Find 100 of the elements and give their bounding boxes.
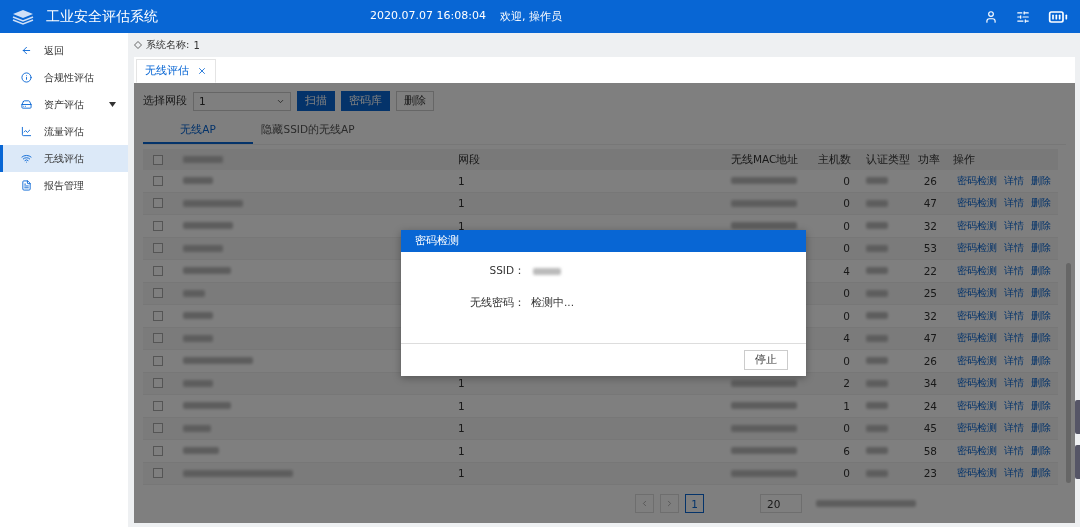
checkbox[interactable]: [153, 154, 163, 165]
field-value: 检测中...: [530, 296, 575, 310]
scrollbar[interactable]: [1066, 263, 1071, 483]
app-title: 工业安全评估系统: [46, 7, 159, 26]
checkbox[interactable]: [153, 423, 163, 434]
action-link[interactable]: 密码检测: [957, 376, 997, 391]
action-link[interactable]: 删除: [1031, 218, 1051, 233]
action-link[interactable]: 详情: [1004, 376, 1024, 391]
sub-tab[interactable]: 无线AP: [143, 119, 253, 144]
toolbar-button[interactable]: 扫描: [297, 91, 335, 111]
checkbox[interactable]: [153, 288, 163, 299]
user-icon[interactable]: [984, 9, 998, 24]
action-link[interactable]: 详情: [1004, 443, 1024, 458]
action-link[interactable]: 详情: [1004, 466, 1024, 481]
page-button[interactable]: 1: [685, 494, 704, 513]
breadcrumb-value: 1: [193, 39, 200, 51]
action-link[interactable]: 删除: [1031, 443, 1051, 458]
blurred-text: [183, 289, 205, 297]
action-link[interactable]: 密码检测: [957, 421, 997, 436]
action-link[interactable]: 密码检测: [957, 286, 997, 301]
blurred-text: [183, 334, 213, 342]
checkbox[interactable]: [153, 445, 163, 456]
checkbox[interactable]: [153, 468, 163, 479]
action-link[interactable]: 详情: [1004, 218, 1024, 233]
segment-select[interactable]: 1: [193, 91, 291, 111]
sidebar-item[interactable]: 资产评估: [0, 91, 128, 118]
checkbox[interactable]: [153, 175, 163, 186]
action-link[interactable]: 详情: [1004, 331, 1024, 346]
action-link[interactable]: 删除: [1031, 286, 1051, 301]
field-label: 无线密码：: [469, 296, 525, 310]
action-link[interactable]: 详情: [1004, 173, 1024, 188]
blurred-text: [183, 244, 223, 252]
action-link[interactable]: 删除: [1031, 331, 1051, 346]
prev-page-button[interactable]: [635, 494, 654, 513]
action-link[interactable]: 详情: [1004, 308, 1024, 323]
table-cell-text: 0: [842, 219, 851, 232]
table-cell-text: 1: [457, 444, 466, 457]
action-link[interactable]: 删除: [1031, 196, 1051, 211]
blurred-text: [183, 357, 253, 365]
action-link[interactable]: 详情: [1004, 263, 1024, 278]
checkbox[interactable]: [153, 265, 163, 276]
checkbox[interactable]: [153, 355, 163, 366]
action-link[interactable]: 详情: [1004, 353, 1024, 368]
checkbox[interactable]: [153, 198, 163, 209]
action-link[interactable]: 详情: [1004, 241, 1024, 256]
action-link[interactable]: 详情: [1004, 196, 1024, 211]
checkbox[interactable]: [153, 333, 163, 344]
action-link[interactable]: 删除: [1031, 308, 1051, 323]
close-icon[interactable]: [197, 66, 207, 76]
action-link[interactable]: 密码检测: [957, 196, 997, 211]
side-tab[interactable]: [1075, 445, 1080, 479]
checkbox[interactable]: [153, 400, 163, 411]
blurred-text: [183, 199, 243, 207]
document-icon: [21, 180, 32, 191]
table-cell-text: 1: [457, 399, 466, 412]
action-link[interactable]: 删除: [1031, 466, 1051, 481]
blurred-text: [731, 222, 797, 230]
action-link[interactable]: 密码检测: [957, 218, 997, 233]
page-size-select[interactable]: 20: [760, 494, 802, 513]
action-link[interactable]: 删除: [1031, 421, 1051, 436]
action-link[interactable]: 删除: [1031, 241, 1051, 256]
column-header: 功率: [917, 152, 941, 167]
action-link[interactable]: 删除: [1031, 263, 1051, 278]
sidebar-item[interactable]: 返回: [0, 37, 128, 64]
action-link[interactable]: 密码检测: [957, 331, 997, 346]
action-link[interactable]: 详情: [1004, 286, 1024, 301]
next-page-button[interactable]: [660, 494, 679, 513]
action-link[interactable]: 密码检测: [957, 353, 997, 368]
checkbox[interactable]: [153, 243, 163, 254]
sidebar-item[interactable]: 流量评估: [0, 118, 128, 145]
chevron-right-icon: [665, 499, 674, 508]
action-link[interactable]: 密码检测: [957, 308, 997, 323]
page-tab[interactable]: 无线评估: [136, 59, 216, 83]
stop-button[interactable]: 停止: [744, 350, 788, 370]
table-cell-text: 1: [457, 467, 466, 480]
action-link[interactable]: 删除: [1031, 173, 1051, 188]
checkbox[interactable]: [153, 310, 163, 321]
side-tab[interactable]: [1075, 400, 1080, 434]
action-link[interactable]: 删除: [1031, 398, 1051, 413]
checkbox[interactable]: [153, 378, 163, 389]
checkbox[interactable]: [153, 220, 163, 231]
action-link[interactable]: 密码检测: [957, 443, 997, 458]
column-header: 无线MAC地址: [730, 152, 800, 167]
action-link[interactable]: 密码检测: [957, 466, 997, 481]
action-link[interactable]: 密码检测: [957, 263, 997, 278]
action-link[interactable]: 密码检测: [957, 241, 997, 256]
sidebar-item[interactable]: 合规性评估: [0, 64, 128, 91]
sub-tab[interactable]: 隐藏SSID的无线AP: [253, 119, 363, 144]
toolbar-button[interactable]: 删除: [396, 91, 434, 111]
action-link[interactable]: 删除: [1031, 353, 1051, 368]
action-link[interactable]: 密码检测: [957, 173, 997, 188]
action-link[interactable]: 删除: [1031, 376, 1051, 391]
toolbar-button[interactable]: 密码库: [341, 91, 390, 111]
sidebar-item[interactable]: 报告管理: [0, 172, 128, 199]
action-link[interactable]: 详情: [1004, 398, 1024, 413]
action-link[interactable]: 密码检测: [957, 398, 997, 413]
action-link[interactable]: 详情: [1004, 421, 1024, 436]
sidebar-item[interactable]: 无线评估: [0, 145, 128, 172]
blurred-text: [183, 379, 213, 387]
settings-sliders-icon[interactable]: [1016, 9, 1030, 24]
